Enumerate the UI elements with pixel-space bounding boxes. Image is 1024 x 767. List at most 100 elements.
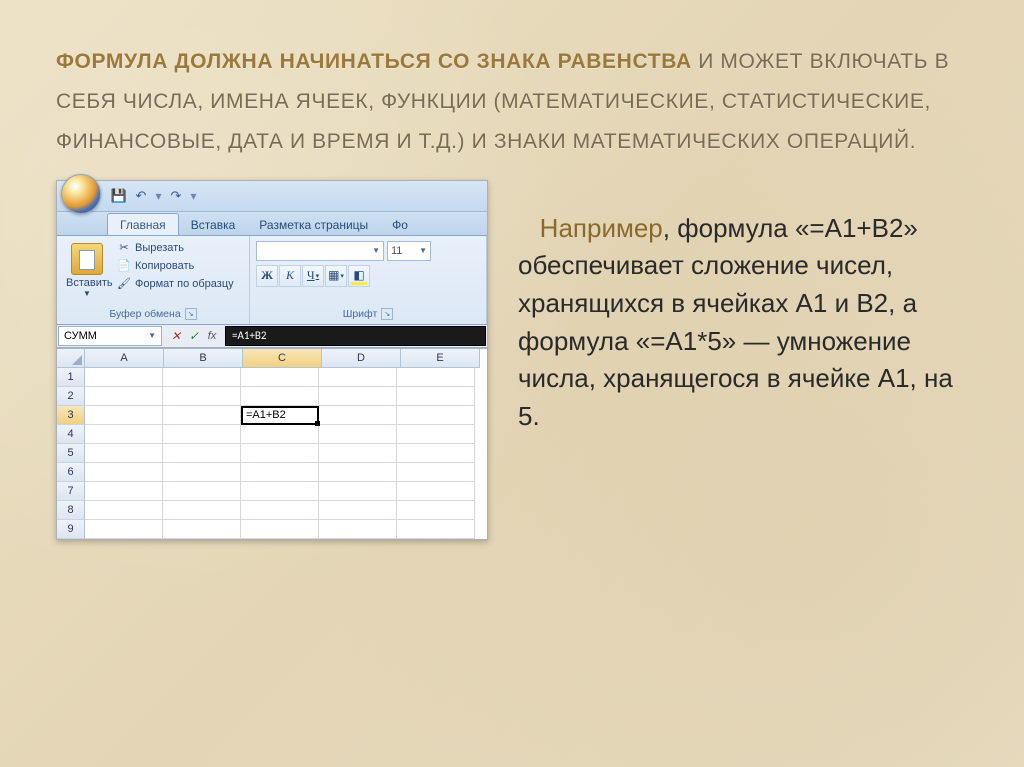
copy-button[interactable]: 📄 Копировать (115, 258, 236, 274)
office-button[interactable] (61, 174, 101, 214)
row-header-5[interactable]: 5 (57, 444, 85, 463)
cell[interactable] (397, 368, 475, 387)
cell[interactable] (85, 368, 163, 387)
col-header-E[interactable]: E (401, 349, 480, 368)
cell[interactable] (397, 520, 475, 539)
cell[interactable] (163, 444, 241, 463)
cell[interactable] (85, 387, 163, 406)
cell[interactable] (241, 482, 319, 501)
cell[interactable] (397, 463, 475, 482)
cell[interactable] (397, 501, 475, 520)
cell[interactable] (85, 482, 163, 501)
cut-button[interactable]: ✂ Вырезать (115, 240, 236, 256)
copy-icon: 📄 (117, 259, 131, 273)
font-dialog-launcher-icon[interactable]: ↘ (381, 308, 393, 320)
spreadsheet-grid: A B C D E 1 2 3 =A1+B2 4 5 6 7 8 9 (57, 348, 487, 539)
save-icon[interactable]: 💾 (111, 188, 127, 204)
cell[interactable] (319, 368, 397, 387)
cell[interactable] (319, 406, 397, 425)
cell[interactable] (85, 463, 163, 482)
cell[interactable] (85, 444, 163, 463)
cell[interactable] (241, 444, 319, 463)
row-header-4[interactable]: 4 (57, 425, 85, 444)
cell[interactable] (85, 406, 163, 425)
row-header-2[interactable]: 2 (57, 387, 85, 406)
cell[interactable] (163, 425, 241, 444)
tab-page-layout[interactable]: Разметка страницы (247, 214, 380, 235)
cell[interactable] (397, 425, 475, 444)
row-header-6[interactable]: 6 (57, 463, 85, 482)
enter-icon[interactable]: ✓ (186, 328, 202, 344)
cell[interactable] (241, 387, 319, 406)
active-cell-C3[interactable]: =A1+B2 (241, 406, 319, 425)
tab-insert[interactable]: Вставка (179, 214, 248, 235)
font-size-combo[interactable]: 11 ▼ (387, 241, 431, 261)
cell[interactable] (319, 387, 397, 406)
font-name-combo[interactable]: ▼ (256, 241, 384, 261)
chevron-down-icon: ▾ (316, 272, 320, 280)
cell[interactable] (319, 520, 397, 539)
cell[interactable] (163, 520, 241, 539)
italic-button[interactable]: К (279, 265, 301, 287)
cell[interactable] (319, 444, 397, 463)
cell[interactable] (241, 520, 319, 539)
cell[interactable] (397, 406, 475, 425)
cell[interactable] (163, 501, 241, 520)
scissors-icon: ✂ (117, 241, 131, 255)
border-button[interactable]: ▦▾ (325, 265, 347, 287)
cell[interactable] (241, 425, 319, 444)
cell[interactable] (85, 501, 163, 520)
col-header-A[interactable]: A (85, 349, 164, 368)
paste-button[interactable]: Вставить ▼ (63, 240, 111, 301)
bold-button[interactable]: Ж (256, 265, 278, 287)
font-group-label: Шрифт (343, 308, 378, 320)
tab-home[interactable]: Главная (107, 213, 179, 235)
cell[interactable] (397, 482, 475, 501)
chevron-down-icon: ▼ (372, 246, 380, 255)
cell[interactable] (319, 463, 397, 482)
cell[interactable] (319, 425, 397, 444)
col-header-C[interactable]: C (243, 349, 322, 368)
name-box[interactable]: СУММ ▼ (58, 326, 162, 346)
cell[interactable] (319, 482, 397, 501)
undo-icon[interactable]: ↶ (133, 188, 149, 204)
clipboard-group-label: Буфер обмена (109, 308, 180, 320)
col-header-D[interactable]: D (322, 349, 401, 368)
fx-icon[interactable]: fx (204, 328, 220, 344)
brush-icon: 🖌 (117, 277, 131, 291)
cell[interactable] (163, 387, 241, 406)
clipboard-dialog-launcher-icon[interactable]: ↘ (185, 308, 197, 320)
cell[interactable] (397, 387, 475, 406)
formula-value: =A1+B2 (232, 329, 266, 342)
fill-color-button[interactable]: ◧ (348, 265, 370, 287)
cell[interactable] (397, 444, 475, 463)
cell[interactable] (319, 501, 397, 520)
redo-icon[interactable]: ↷ (168, 188, 184, 204)
cell[interactable] (163, 482, 241, 501)
heading-bold: ФОРМУЛА ДОЛЖНА НАЧИНАТЬСЯ СО ЗНАКА РАВЕН… (56, 50, 692, 73)
cell[interactable] (163, 406, 241, 425)
row-header-9[interactable]: 9 (57, 520, 85, 539)
qat-customize-icon[interactable]: ▾ (190, 188, 197, 204)
cancel-icon[interactable]: ✕ (168, 328, 184, 344)
formula-bar: СУММ ▼ ✕ ✓ fx =A1+B2 (57, 325, 487, 348)
cell[interactable] (241, 501, 319, 520)
cell[interactable] (241, 368, 319, 387)
row-header-7[interactable]: 7 (57, 482, 85, 501)
cell[interactable] (85, 425, 163, 444)
undo-dropdown-icon[interactable]: ▾ (155, 188, 162, 204)
formula-input[interactable]: =A1+B2 (225, 326, 486, 346)
paste-dropdown-icon[interactable]: ▼ (66, 289, 108, 298)
tab-formulas-cut[interactable]: Фо (380, 214, 420, 235)
cell[interactable] (241, 463, 319, 482)
format-painter-button[interactable]: 🖌 Формат по образцу (115, 276, 236, 292)
cell[interactable] (163, 368, 241, 387)
select-all-corner[interactable] (57, 349, 85, 368)
row-header-1[interactable]: 1 (57, 368, 85, 387)
cell[interactable] (163, 463, 241, 482)
col-header-B[interactable]: B (164, 349, 243, 368)
row-header-8[interactable]: 8 (57, 501, 85, 520)
underline-button[interactable]: Ч▾ (302, 265, 324, 287)
cell[interactable] (85, 520, 163, 539)
row-header-3[interactable]: 3 (57, 406, 85, 425)
